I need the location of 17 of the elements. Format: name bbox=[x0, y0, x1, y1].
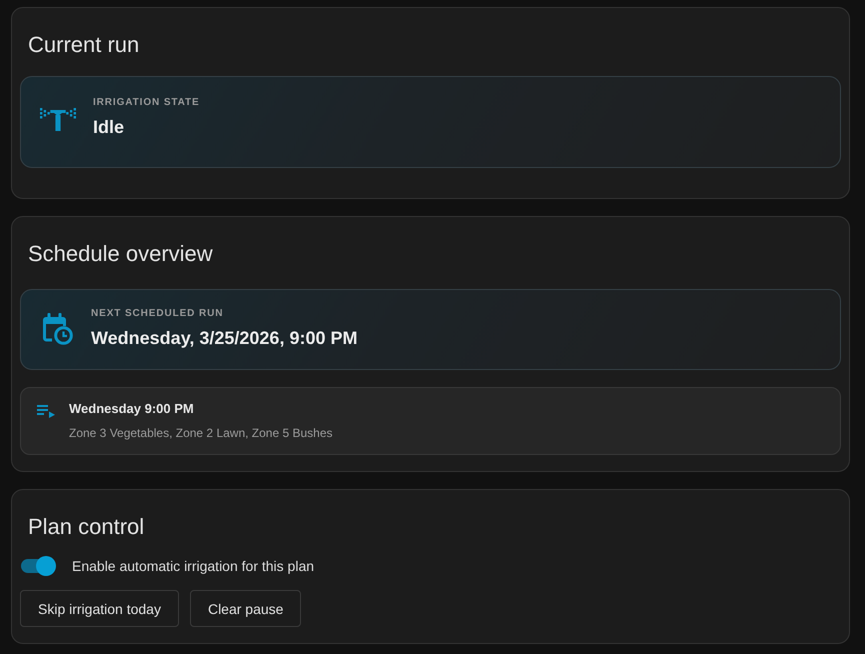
action-button[interactable]: Skip irrigation today bbox=[20, 590, 179, 627]
sprinkler-icon bbox=[40, 105, 76, 131]
toggle-switch[interactable] bbox=[20, 556, 56, 576]
schedule-title: Wednesday 9:00 PM bbox=[69, 401, 194, 417]
playlist-play-icon bbox=[37, 405, 55, 418]
state-value: Idle bbox=[93, 116, 124, 139]
action-button[interactable]: Clear pause bbox=[190, 590, 302, 627]
next-run-value: Wednesday, 3/25/2026, 9:00 PM bbox=[91, 327, 358, 350]
schedule-zones: Zone 3 Vegetables, Zone 2 Lawn, Zone 5 Bushes bbox=[69, 425, 333, 441]
card-title: Schedule overview bbox=[27, 240, 214, 268]
next-run-label: NEXT SCHEDULED RUN bbox=[91, 307, 224, 321]
toggle-label: Enable automatic irrigation for this plan bbox=[72, 557, 314, 576]
card-title: Current run bbox=[27, 31, 140, 59]
calendar-clock-icon bbox=[42, 313, 73, 345]
schedule-entry[interactable]: Wednesday 9:00 PM Zone 3 Vegetables, Zone 2 Lawn, Zone 5 Bushes bbox=[20, 387, 841, 455]
state-label: IRRIGATION STATE bbox=[93, 96, 200, 110]
card-title: Plan control bbox=[27, 513, 146, 541]
